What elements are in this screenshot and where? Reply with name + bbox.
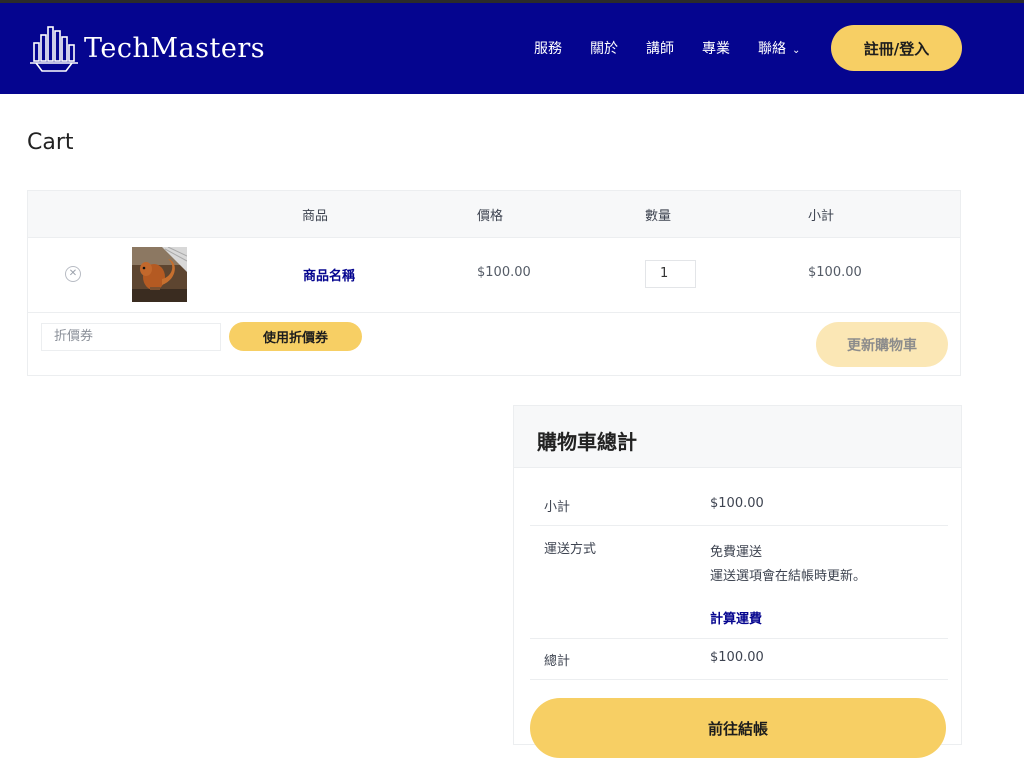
page-title: Cart	[27, 130, 74, 155]
nav-item-services[interactable]: 服務	[534, 39, 562, 61]
cart-table-header: 商品 價格 數量 小計	[28, 191, 960, 238]
quantity-input[interactable]: 1	[645, 260, 696, 288]
col-header-product: 商品	[302, 209, 329, 224]
item-price: $100.00	[477, 265, 531, 280]
main-nav: 服務 關於 講師 專業 聯絡 ⌄	[534, 39, 828, 61]
totals-row-total: 總計 $100.00	[530, 638, 948, 680]
col-header-subtotal: 小計	[808, 209, 835, 224]
cart-totals-title: 購物車總計	[537, 430, 637, 454]
nav-item-contact-label: 聯絡	[758, 41, 786, 57]
nav-item-expertise[interactable]: 專業	[702, 39, 730, 61]
cart-item-row: ✕ 商品名稱 $100.00 1 $100.00	[28, 237, 960, 313]
product-thumbnail[interactable]	[132, 247, 187, 302]
site-header: TechMasters 服務 關於 講師 專業 聯絡 ⌄ 註冊/登入	[0, 3, 1024, 94]
col-header-quantity: 數量	[645, 209, 672, 224]
total-label: 總計	[544, 654, 571, 669]
logo[interactable]: TechMasters	[28, 23, 265, 73]
update-cart-button[interactable]: 更新購物車	[816, 322, 948, 367]
product-name-link[interactable]: 商品名稱	[303, 265, 355, 284]
proceed-to-checkout-button[interactable]: 前往結帳	[530, 698, 946, 758]
nav-item-instructors[interactable]: 講師	[646, 39, 674, 61]
remove-item-icon[interactable]: ✕	[65, 266, 81, 282]
cart-table: 商品 價格 數量 小計 ✕ 商品名稱 $100.00 1 $100.00 折價券…	[27, 190, 961, 376]
city-skyline-icon	[30, 26, 78, 72]
cart-totals-header: 購物車總計	[514, 406, 961, 468]
shipping-note: 運送選項會在結帳時更新。	[710, 569, 867, 584]
totals-row-shipping: 運送方式 免費運送 運送選項會在結帳時更新。 計算運費	[530, 525, 948, 639]
chevron-down-icon: ⌄	[792, 45, 801, 56]
subtotal-label: 小計	[544, 500, 571, 515]
brand-name: TechMasters	[84, 32, 266, 64]
calculate-shipping-link[interactable]: 計算運費	[710, 608, 762, 627]
total-value: $100.00	[710, 650, 764, 665]
login-register-button[interactable]: 註冊/登入	[831, 25, 962, 71]
totals-row-subtotal: 小計 $100.00	[530, 485, 948, 526]
cart-totals: 購物車總計 小計 $100.00 運送方式 免費運送 運送選項會在結帳時更新。 …	[513, 405, 962, 758]
nav-item-contact[interactable]: 聯絡 ⌄	[758, 39, 800, 61]
shipping-method: 免費運送	[710, 545, 763, 560]
apply-coupon-button[interactable]: 使用折價券	[229, 322, 362, 351]
col-header-price: 價格	[477, 209, 504, 224]
coupon-code-input[interactable]: 折價券	[41, 323, 221, 351]
subtotal-value: $100.00	[710, 496, 764, 511]
nav-item-about[interactable]: 關於	[590, 39, 618, 61]
item-subtotal: $100.00	[808, 265, 862, 280]
shipping-label: 運送方式	[544, 542, 597, 557]
